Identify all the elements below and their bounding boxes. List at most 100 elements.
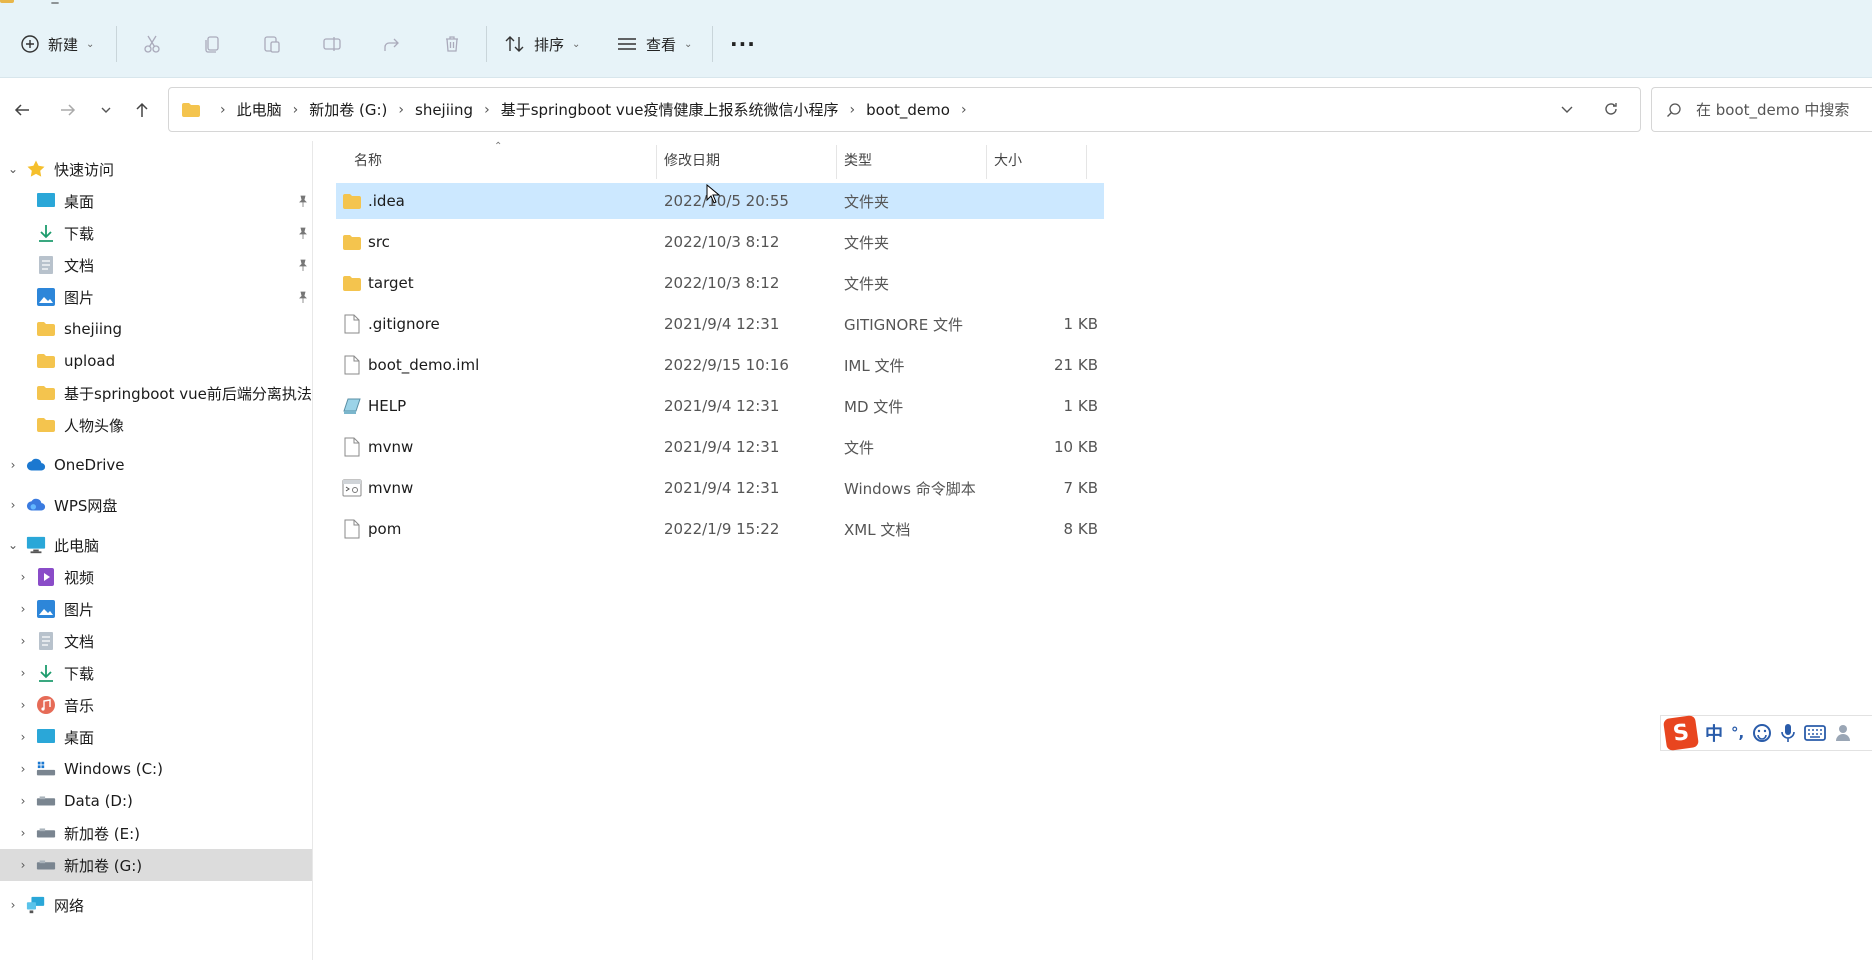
column-header-name[interactable]: 名称	[346, 141, 656, 179]
sidebar-item-documents[interactable]: 文档	[30, 249, 94, 281]
chevron-right-icon[interactable]: ›	[6, 458, 20, 472]
sidebar-item-desktop[interactable]: 桌面	[30, 185, 94, 217]
breadcrumb-separator: ›	[220, 101, 226, 118]
cut-icon	[144, 35, 160, 53]
new-button[interactable]: 新建 ⌄	[20, 26, 94, 62]
microphone-icon[interactable]	[1780, 723, 1796, 743]
rename-button[interactable]	[318, 30, 346, 58]
pin-icon[interactable]	[296, 194, 310, 208]
mouse-cursor-icon	[706, 184, 720, 204]
desktop-icon	[36, 191, 56, 211]
sidebar-item-quick-access[interactable]: ⌄ 快速访问	[6, 153, 114, 185]
chevron-right-icon[interactable]: ›	[16, 858, 30, 872]
back-button[interactable]	[8, 96, 36, 124]
sidebar-item-network[interactable]: › 网络	[6, 889, 84, 921]
sidebar-item-this-pc[interactable]: ⌄ 此电脑	[6, 529, 99, 561]
chevron-right-icon[interactable]: ›	[6, 498, 20, 512]
sidebar-item-upload[interactable]: upload	[30, 345, 115, 377]
table-row[interactable]: mvnw 2021/9/4 12:31 文件 10 KB	[336, 429, 1104, 465]
chevron-right-icon[interactable]: ›	[16, 730, 30, 744]
file-type: 文件夹	[844, 192, 890, 211]
sidebar-item-drive-e[interactable]: › 新加卷 (E:)	[16, 817, 140, 849]
sidebar-item-desktop-pc[interactable]: › 桌面	[16, 721, 94, 753]
sidebar-item-wps-drive[interactable]: › WPS网盘	[6, 489, 118, 521]
column-header-size[interactable]: 大小	[986, 141, 1086, 179]
sidebar-item-documents-pc[interactable]: › 文档	[16, 625, 94, 657]
cut-button[interactable]	[138, 30, 166, 58]
sidebar-item-downloads-pc[interactable]: › 下载	[16, 657, 94, 689]
file-name: target	[368, 274, 414, 292]
more-options-button[interactable]: ···	[730, 26, 756, 62]
chevron-right-icon[interactable]: ›	[16, 634, 30, 648]
chevron-right-icon[interactable]: ›	[16, 602, 30, 616]
chevron-right-icon[interactable]: ›	[16, 666, 30, 680]
sidebar-item-label: 快速访问	[54, 160, 115, 179]
pin-icon[interactable]	[296, 290, 310, 304]
sidebar-item-music[interactable]: › 音乐	[16, 689, 94, 721]
pin-icon[interactable]	[296, 226, 310, 240]
chevron-down-icon[interactable]: ⌄	[6, 162, 20, 176]
sidebar-item-pictures-pc[interactable]: › 图片	[16, 593, 94, 625]
column-divider[interactable]	[1086, 145, 1087, 179]
address-bar[interactable]: › 此电脑 › 新加卷 (G:) › shejiing › 基于springbo…	[168, 87, 1641, 132]
table-row[interactable]: target 2022/10/3 8:12 文件夹	[336, 265, 1104, 301]
chevron-down-icon: ⌄	[86, 38, 95, 50]
ime-mode-toggle[interactable]: 中	[1705, 720, 1723, 746]
column-header-type[interactable]: 类型	[836, 141, 986, 179]
breadcrumb-item[interactable]: shejiing	[415, 101, 473, 119]
chevron-right-icon[interactable]: ›	[16, 762, 30, 776]
share-button[interactable]	[378, 30, 406, 58]
breadcrumb-item[interactable]: 新加卷 (G:)	[309, 99, 387, 120]
view-button[interactable]: 查看 ⌄	[616, 26, 692, 62]
sidebar-item-label: 文档	[64, 256, 95, 275]
paste-button[interactable]	[258, 30, 286, 58]
sidebar-item-shejiing[interactable]: shejiing	[30, 313, 122, 345]
sidebar-item-pictures[interactable]: 图片	[30, 281, 94, 313]
sidebar-item-drive-d[interactable]: › Data (D:)	[16, 785, 133, 817]
breadcrumb-item[interactable]: 基于springboot vue疫情健康上报系统微信小程序	[501, 99, 839, 120]
table-row[interactable]: mvnw 2021/9/4 12:31 Windows 命令脚本 7 KB	[336, 470, 1104, 506]
address-history-button[interactable]	[1556, 98, 1578, 120]
emoji-icon[interactable]	[1752, 723, 1772, 743]
chevron-right-icon[interactable]: ›	[16, 794, 30, 808]
user-icon[interactable]	[1834, 723, 1854, 743]
forward-button[interactable]	[54, 96, 82, 124]
chevron-down-icon[interactable]: ⌄	[6, 538, 20, 552]
sogou-logo-icon[interactable]: S	[1662, 714, 1700, 752]
copy-button[interactable]	[198, 30, 226, 58]
search-box[interactable]	[1651, 87, 1872, 132]
sidebar-item-avatars[interactable]: 人物头像	[30, 409, 124, 441]
up-button[interactable]	[128, 96, 156, 124]
delete-button[interactable]	[438, 30, 466, 58]
pin-icon[interactable]	[296, 258, 310, 272]
file-size: 1 KB	[1063, 315, 1098, 333]
breadcrumb-separator[interactable]: ›	[961, 102, 967, 118]
chevron-right-icon[interactable]: ›	[16, 570, 30, 584]
breadcrumb-item[interactable]: 此电脑	[237, 99, 282, 120]
chevron-right-icon[interactable]: ›	[16, 826, 30, 840]
search-input[interactable]	[1696, 100, 1866, 119]
paste-icon	[264, 36, 280, 53]
sidebar-item-downloads[interactable]: 下载	[30, 217, 94, 249]
recent-locations-button[interactable]	[92, 96, 120, 124]
table-row[interactable]: .gitignore 2021/9/4 12:31 GITIGNORE 文件 1…	[336, 306, 1104, 342]
table-row[interactable]: HELP 2021/9/4 12:31 MD 文件 1 KB	[336, 388, 1104, 424]
chevron-right-icon[interactable]: ›	[6, 898, 20, 912]
sidebar-item-videos[interactable]: › 视频	[16, 561, 94, 593]
column-header-date[interactable]: 修改日期	[656, 141, 836, 179]
sidebar-item-drive-g[interactable]: › 新加卷 (G:)	[0, 849, 312, 881]
chevron-right-icon[interactable]: ›	[16, 698, 30, 712]
ime-punctuation-toggle[interactable]: °,	[1731, 724, 1744, 742]
keyboard-icon[interactable]	[1804, 725, 1827, 741]
sort-button[interactable]: 排序 ⌄	[504, 26, 580, 62]
sidebar-item-springboot-project[interactable]: 基于springboot vue前后端分离执法	[30, 377, 313, 409]
table-row[interactable]: src 2022/10/3 8:12 文件夹	[336, 224, 1104, 260]
table-row[interactable]: .idea 2022/10/5 20:55 文件夹	[336, 183, 1104, 219]
breadcrumb-item[interactable]: boot_demo	[866, 101, 950, 119]
refresh-button[interactable]	[1600, 98, 1622, 120]
sidebar-item-drive-c[interactable]: › Windows (C:)	[16, 753, 163, 785]
table-row[interactable]: pom 2022/1/9 15:22 XML 文档 8 KB	[336, 511, 1104, 547]
sidebar-item-onedrive[interactable]: › OneDrive	[6, 449, 125, 481]
drive-icon	[36, 791, 56, 811]
table-row[interactable]: boot_demo.iml 2022/9/15 10:16 IML 文件 21 …	[336, 347, 1104, 383]
